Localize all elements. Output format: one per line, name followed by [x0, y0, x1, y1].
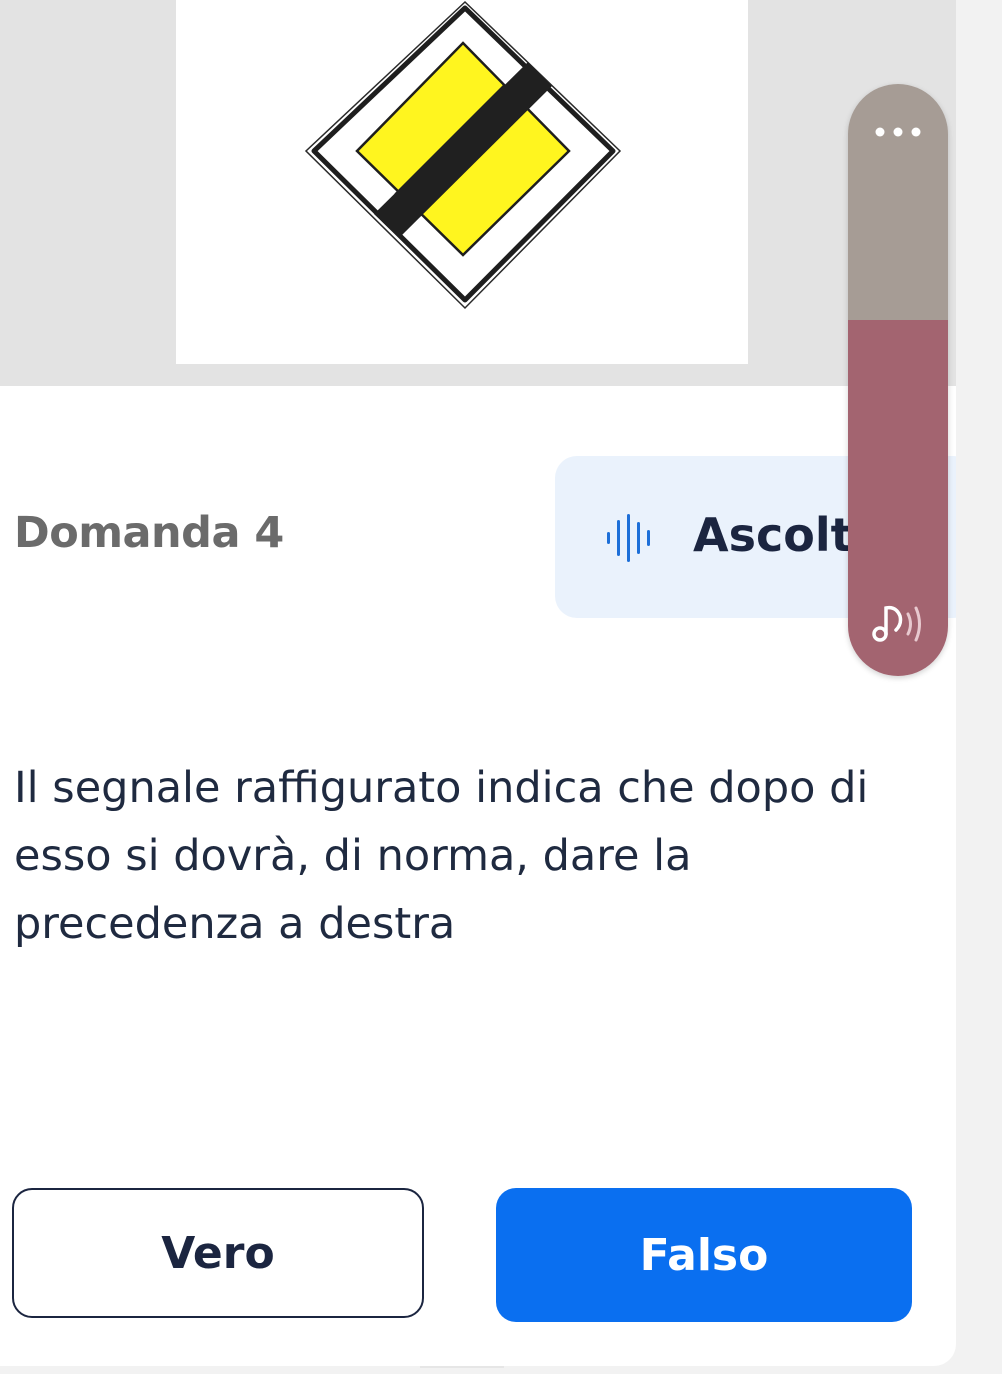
question-text: Il segnale raffigurato indica che dopo d…	[14, 763, 869, 949]
question-card: Domanda 4 Ascolto Il segnale raffigurato…	[0, 0, 956, 1366]
sound-wave-icon	[607, 514, 650, 562]
bottom-sheet-handle	[420, 1366, 504, 1374]
question-number: Domanda 4	[14, 508, 284, 558]
answer-false-button[interactable]: Falso	[496, 1188, 912, 1322]
more-dots-icon[interactable]	[872, 124, 924, 140]
music-sound-icon[interactable]	[866, 596, 930, 652]
sign-image	[176, 0, 748, 364]
answer-true-button[interactable]: Vero	[12, 1188, 424, 1318]
priority-road-end-sign-icon	[304, 0, 622, 310]
floating-audio-widget[interactable]	[848, 84, 948, 676]
sign-image-area	[0, 0, 956, 386]
page: Domanda 4 Ascolto Il segnale raffigurato…	[0, 0, 1002, 1374]
floating-widget-top	[848, 84, 948, 320]
